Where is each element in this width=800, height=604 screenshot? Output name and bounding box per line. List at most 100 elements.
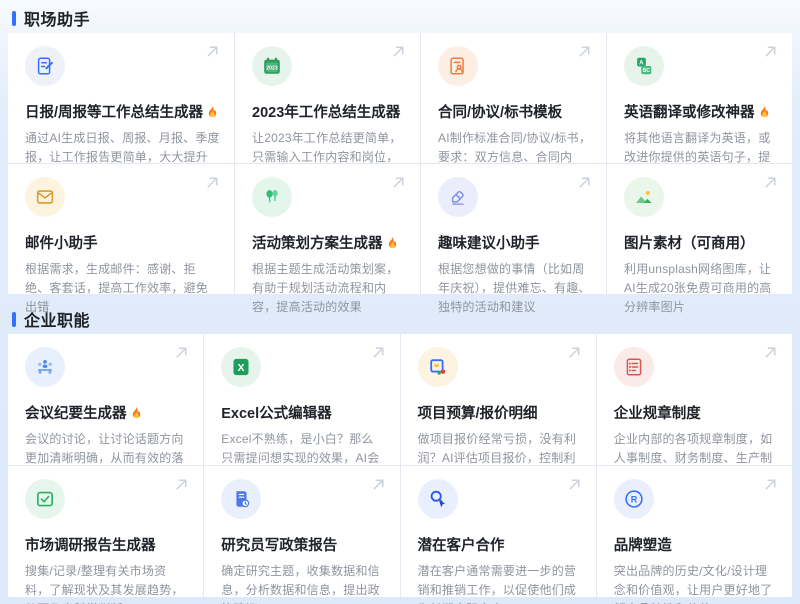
open-arrow-icon[interactable] (370, 476, 387, 493)
card[interactable]: 邮件小助手 根据需求，生成邮件：感谢、拒绝、客套话，提高工作效率，避免出错 (8, 164, 234, 294)
card-description: 根据您想做的事情（比如周年庆祝），提供难忘、有趣、独特的活动和建议 (438, 260, 592, 317)
card[interactable]: 潜在客户合作 潜在客户通常需要进一步的营销和推销工作，以促使他们成为长期实际客户 (401, 466, 596, 597)
open-arrow-icon[interactable] (762, 476, 779, 493)
card-title-text: 品牌塑造 (614, 534, 672, 555)
lead-search-icon (418, 479, 458, 519)
card-title-text: 邮件小助手 (25, 232, 98, 253)
card-title: 企业规章制度 (614, 402, 778, 423)
open-arrow-icon[interactable] (762, 344, 779, 361)
open-arrow-icon[interactable] (204, 43, 221, 60)
open-arrow-icon[interactable] (173, 476, 190, 493)
card[interactable]: 项目预算/报价明细 做项目报价经常亏损，没有利润？AI评估项目报价，控制利润，避… (401, 334, 596, 465)
card-description: 利用unsplash网络图库，让AI生成20张免费可商用的高分辨率图片 (624, 260, 778, 317)
open-arrow-icon[interactable] (390, 174, 407, 191)
open-arrow-icon[interactable] (762, 43, 779, 60)
card-description: 根据主题生成活动策划案，有助于规划活动流程和内容，提高活动的效果 (252, 260, 406, 317)
open-arrow-icon[interactable] (576, 174, 593, 191)
card-title-text: 日报/周报等工作总结生成器 (25, 101, 203, 122)
card[interactable]: 研究员写政策报告 确定研究主题，收集数据和信息，分析数据和信息，提出政策建议 (204, 466, 399, 597)
card-title: 英语翻译或修改神器 (624, 101, 778, 122)
budget-chart-icon (418, 347, 458, 387)
app-page: 职场助手 日报/周报等工作总结生成器 通过AI生成日报、周报、月报、季度报，让工… (0, 0, 800, 604)
balloons-icon (252, 177, 292, 217)
card[interactable]: 2023 2023年工作总结生成器 让2023年工作总结更简单，只需输入工作内容… (235, 33, 420, 163)
brand-registered-icon: R (614, 479, 654, 519)
card[interactable]: 趣味建议小助手 根据您想做的事情（比如周年庆祝），提供难忘、有趣、独特的活动和建… (421, 164, 606, 294)
market-research-box-icon (25, 479, 65, 519)
svg-text:R: R (631, 494, 638, 504)
daily-report-edit-icon (25, 46, 65, 86)
policy-book-clock-icon (221, 479, 261, 519)
open-arrow-icon[interactable] (566, 344, 583, 361)
card[interactable]: 市场调研报告生成器 搜集/记录/整理有关市场资料，了解现状及其发展趋势，从而作出… (8, 466, 203, 597)
svg-text:X: X (238, 362, 245, 374)
card-title: 研究员写政策报告 (221, 534, 385, 555)
section-title: 职场助手 (24, 6, 90, 30)
card-description: 确定研究主题，收集数据和信息，分析数据和信息，提出政策建议 (221, 562, 385, 604)
card-title-text: 英语翻译或修改神器 (624, 101, 755, 122)
accent-bar (12, 11, 16, 26)
enterprise-cards-grid: 会议纪要生成器 会议的讨论，让讨论话题方向更加清晰明确，从而有效的落实到人解决问… (8, 334, 792, 597)
card[interactable]: 日报/周报等工作总结生成器 通过AI生成日报、周报、月报、季度报，让工作报告更简… (8, 33, 234, 163)
svg-text:A: A (639, 59, 644, 66)
card-title-text: 活动策划方案生成器 (252, 232, 383, 253)
open-arrow-icon[interactable] (762, 174, 779, 191)
card-title-text: 2023年工作总结生成器 (252, 101, 400, 122)
svg-text:2023: 2023 (266, 66, 278, 72)
card[interactable]: R 品牌塑造 突出品牌的历史/文化/设计理念和价值观，让用户更好地了解产品特性和… (597, 466, 792, 597)
card-title: 邮件小助手 (25, 232, 220, 253)
fire-icon (385, 235, 400, 250)
card[interactable]: 活动策划方案生成器 根据主题生成活动策划案，有助于规划活动流程和内容，提高活动的… (235, 164, 420, 294)
card[interactable]: 企业规章制度 企业内部的各项规章制度，如人事制度、财务制度、生产制度等内容生成 (597, 334, 792, 465)
card[interactable]: 图片素材（可商用） 利用unsplash网络图库，让AI生成20张免费可商用的高… (607, 164, 792, 294)
card-description: 根据需求，生成邮件：感谢、拒绝、客套话，提高工作效率，避免出错 (25, 260, 220, 317)
card-description: 搜集/记录/整理有关市场资料，了解现状及其发展趋势，从而作出科学判断 (25, 562, 189, 604)
fire-icon (129, 405, 144, 420)
eraser-pen-icon (438, 177, 478, 217)
open-arrow-icon[interactable] (370, 344, 387, 361)
card-title-text: 市场调研报告生成器 (25, 534, 156, 555)
meeting-people-icon (25, 347, 65, 387)
card-title: 图片素材（可商用） (624, 232, 778, 253)
svg-text:BC: BC (643, 68, 651, 74)
card-description: 突出品牌的历史/文化/设计理念和价值观，让用户更好地了解产品特性和价值 (614, 562, 778, 604)
excel-icon: X (221, 347, 261, 387)
calendar-2023-icon: 2023 (252, 46, 292, 86)
card-title: 合同/协议/标书模板 (438, 101, 592, 122)
translate-blocks-icon: A BC (624, 46, 664, 86)
open-arrow-icon[interactable] (204, 174, 221, 191)
card-title-text: 研究员写政策报告 (221, 534, 337, 555)
card-title-text: 潜在客户合作 (418, 534, 505, 555)
workplace-cards-grid: 日报/周报等工作总结生成器 通过AI生成日报、周报、月报、季度报，让工作报告更简… (8, 33, 792, 294)
open-arrow-icon[interactable] (576, 43, 593, 60)
card-title: 潜在客户合作 (418, 534, 582, 555)
card-title: 日报/周报等工作总结生成器 (25, 101, 220, 122)
card[interactable]: ABC 英语翻译或修改神器 将其他语言翻译为英语，或改进你提供的英语句子，提升工… (607, 33, 792, 163)
section-header-workplace: 职场助手 (8, 5, 792, 31)
card[interactable]: X Excel公式编辑器 Excel不熟练，是小白？那么只需提问想实现的效果，A… (204, 334, 399, 465)
card-description: 潜在客户通常需要进一步的营销和推销工作，以促使他们成为长期实际客户 (418, 562, 582, 604)
card-title: 市场调研报告生成器 (25, 534, 189, 555)
card-title-text: 合同/协议/标书模板 (438, 101, 562, 122)
card-title-text: 项目预算/报价明细 (418, 402, 538, 423)
card-title: 品牌塑造 (614, 534, 778, 555)
landscape-image-icon (624, 177, 664, 217)
card-title-text: 图片素材（可商用） (624, 232, 755, 253)
fire-icon (205, 104, 220, 119)
card-title-text: Excel公式编辑器 (221, 402, 331, 423)
card-title: 2023年工作总结生成器 (252, 101, 406, 122)
open-arrow-icon[interactable] (390, 43, 407, 60)
card-title: 项目预算/报价明细 (418, 402, 582, 423)
card-title-text: 企业规章制度 (614, 402, 701, 423)
card[interactable]: 会议纪要生成器 会议的讨论，让讨论话题方向更加清晰明确，从而有效的落实到人解决问… (8, 334, 203, 465)
rules-list-icon (614, 347, 654, 387)
open-arrow-icon[interactable] (173, 344, 190, 361)
card-title-text: 会议纪要生成器 (25, 402, 127, 423)
fire-icon (757, 104, 772, 119)
card-title: 趣味建议小助手 (438, 232, 592, 253)
open-arrow-icon[interactable] (566, 476, 583, 493)
contract-icon (438, 46, 478, 86)
card[interactable]: 合同/协议/标书模板 AI制作标准合同/协议/标书，要求：双方信息、合同内容、终… (421, 33, 606, 163)
card-title: 会议纪要生成器 (25, 402, 189, 423)
envelope-icon (25, 177, 65, 217)
